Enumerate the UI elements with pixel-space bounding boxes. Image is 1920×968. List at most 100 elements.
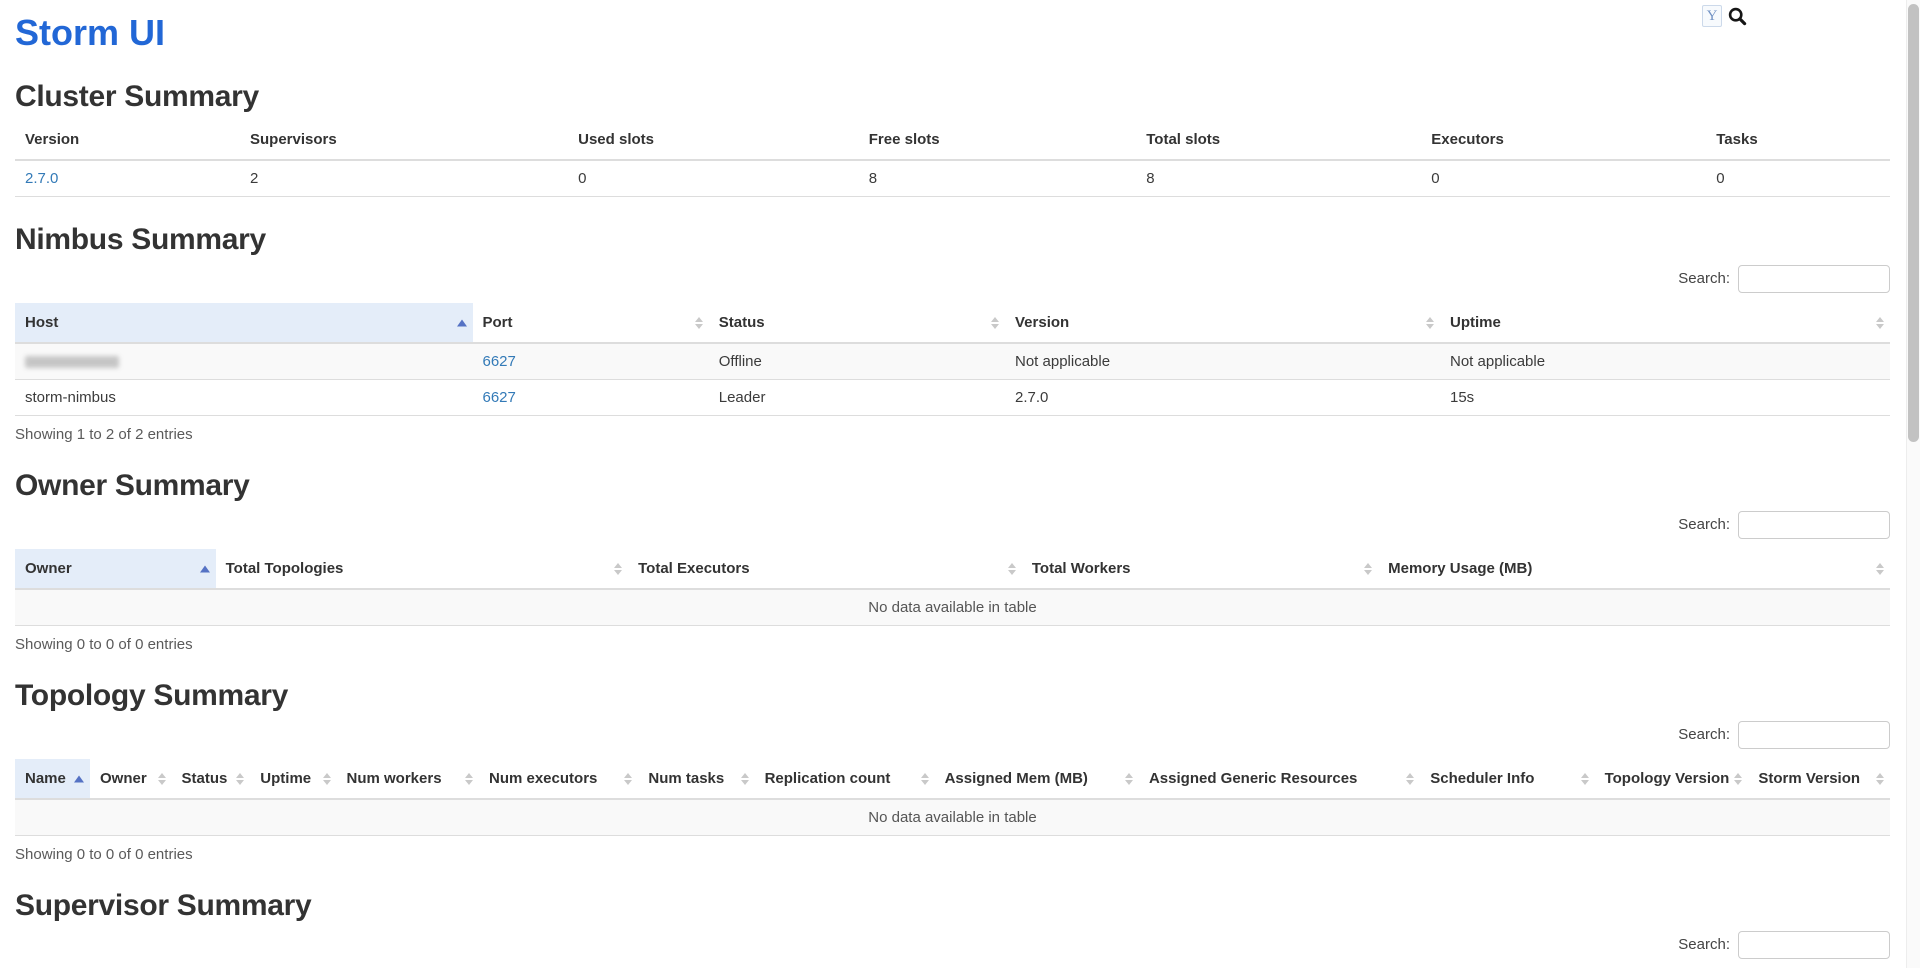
version-link[interactable]: 2.7.0 <box>25 170 58 187</box>
sort-icon <box>991 317 999 329</box>
redacted-host <box>25 356 119 368</box>
col-uptime[interactable]: Uptime <box>250 759 336 799</box>
col-owner[interactable]: Owner <box>15 549 216 589</box>
sort-icon <box>1008 563 1016 575</box>
sort-icon <box>1364 563 1372 575</box>
col-total-topologies[interactable]: Total Topologies <box>216 549 629 589</box>
tasks-cell: 0 <box>1706 160 1890 197</box>
nimbus-search: Search: <box>15 265 1890 293</box>
sort-icon <box>323 773 331 785</box>
nimbus-summary-table: Host Port Status Version Uptime 6627 Off… <box>15 303 1890 416</box>
nimbus-summary-heading: Nimbus Summary <box>15 223 1890 257</box>
col-num-tasks[interactable]: Num tasks <box>638 759 754 799</box>
col-total-executors[interactable]: Total Executors <box>628 549 1022 589</box>
col-assigned-generic-resources[interactable]: Assigned Generic Resources <box>1139 759 1420 799</box>
cluster-summary-heading: Cluster Summary <box>15 80 1890 114</box>
supervisor-search-label: Search: <box>1678 936 1730 953</box>
sort-icon <box>236 773 244 785</box>
host-cell <box>15 343 473 380</box>
sort-ascending-icon <box>200 565 210 572</box>
sort-icon <box>1406 773 1414 785</box>
nimbus-table-info: Showing 1 to 2 of 2 entries <box>15 426 1890 443</box>
supervisor-search-input[interactable] <box>1738 931 1890 959</box>
sort-icon <box>1876 317 1884 329</box>
col-status[interactable]: Status <box>172 759 251 799</box>
col-uptime[interactable]: Uptime <box>1440 303 1890 343</box>
uptime-cell: Not applicable <box>1440 343 1890 380</box>
col-version: Version <box>15 120 240 160</box>
nimbus-row: 6627 Offline Not applicable Not applicab… <box>15 343 1890 380</box>
col-replication-count[interactable]: Replication count <box>755 759 935 799</box>
sort-icon <box>465 773 473 785</box>
sort-icon <box>741 773 749 785</box>
home-link[interactable]: Storm UI <box>15 12 165 53</box>
col-total-workers[interactable]: Total Workers <box>1022 549 1378 589</box>
topology-summary-table: Name Owner Status Uptime Num workers Num… <box>15 759 1890 836</box>
content: Y Storm UI Cluster Summary Version Super… <box>0 12 1906 959</box>
col-num-workers[interactable]: Num workers <box>337 759 479 799</box>
col-assigned-mem[interactable]: Assigned Mem (MB) <box>935 759 1139 799</box>
col-port[interactable]: Port <box>473 303 709 343</box>
col-supervisors: Supervisors <box>240 120 568 160</box>
uptime-cell: 15s <box>1440 380 1890 416</box>
sort-icon <box>158 773 166 785</box>
topology-search-label: Search: <box>1678 726 1730 743</box>
sort-icon <box>1734 773 1742 785</box>
free-slots-cell: 8 <box>859 160 1137 197</box>
col-tasks: Tasks <box>1706 120 1890 160</box>
sort-icon <box>1581 773 1589 785</box>
owner-search: Search: <box>15 511 1890 539</box>
owner-search-input[interactable] <box>1738 511 1890 539</box>
status-cell: Leader <box>709 380 1005 416</box>
host-cell: storm-nimbus <box>15 380 473 416</box>
supervisor-search: Search: <box>15 931 1890 959</box>
nimbus-row: storm-nimbus 6627 Leader 2.7.0 15s <box>15 380 1890 416</box>
sort-icon <box>1876 773 1884 785</box>
sort-icon <box>1876 563 1884 575</box>
topology-table-info: Showing 0 to 0 of 0 entries <box>15 846 1890 863</box>
page-title: Storm UI <box>15 12 1890 54</box>
version-cell: 2.7.0 <box>15 160 240 197</box>
cluster-header-row: Version Supervisors Used slots Free slot… <box>15 120 1890 160</box>
no-data-message: No data available in table <box>15 799 1890 836</box>
col-host[interactable]: Host <box>15 303 473 343</box>
col-num-executors[interactable]: Num executors <box>479 759 638 799</box>
col-used-slots: Used slots <box>568 120 859 160</box>
port-cell: 6627 <box>473 380 709 416</box>
y-badge-icon: Y <box>1702 5 1722 27</box>
sort-icon <box>695 317 703 329</box>
col-topology-version[interactable]: Topology Version <box>1595 759 1749 799</box>
sort-ascending-icon <box>74 775 84 782</box>
sort-ascending-icon <box>457 319 467 326</box>
status-cell: Offline <box>709 343 1005 380</box>
col-name[interactable]: Name <box>15 759 90 799</box>
scrollbar[interactable] <box>1906 0 1920 968</box>
topbar-icons: Y <box>1702 5 1748 27</box>
col-free-slots: Free slots <box>859 120 1137 160</box>
version-cell: 2.7.0 <box>1005 380 1440 416</box>
col-owner[interactable]: Owner <box>90 759 172 799</box>
nimbus-search-input[interactable] <box>1738 265 1890 293</box>
scrollbar-thumb[interactable] <box>1908 4 1919 442</box>
port-link[interactable]: 6627 <box>483 389 516 406</box>
owner-search-label: Search: <box>1678 516 1730 533</box>
sort-icon <box>614 563 622 575</box>
executors-cell: 0 <box>1421 160 1706 197</box>
owner-summary-table: Owner Total Topologies Total Executors T… <box>15 549 1890 626</box>
empty-row: No data available in table <box>15 589 1890 626</box>
search-icon[interactable] <box>1727 6 1748 27</box>
col-storm-version[interactable]: Storm Version <box>1748 759 1890 799</box>
col-memory-usage[interactable]: Memory Usage (MB) <box>1378 549 1890 589</box>
col-scheduler-info[interactable]: Scheduler Info <box>1420 759 1594 799</box>
topology-search-input[interactable] <box>1738 721 1890 749</box>
port-link[interactable]: 6627 <box>483 353 516 370</box>
total-slots-cell: 8 <box>1136 160 1421 197</box>
topology-header-row: Name Owner Status Uptime Num workers Num… <box>15 759 1890 799</box>
topology-search: Search: <box>15 721 1890 749</box>
col-status[interactable]: Status <box>709 303 1005 343</box>
used-slots-cell: 0 <box>568 160 859 197</box>
supervisor-summary-heading: Supervisor Summary <box>15 889 1890 923</box>
sort-icon <box>921 773 929 785</box>
col-nimbus-version[interactable]: Version <box>1005 303 1440 343</box>
nimbus-header-row: Host Port Status Version Uptime <box>15 303 1890 343</box>
